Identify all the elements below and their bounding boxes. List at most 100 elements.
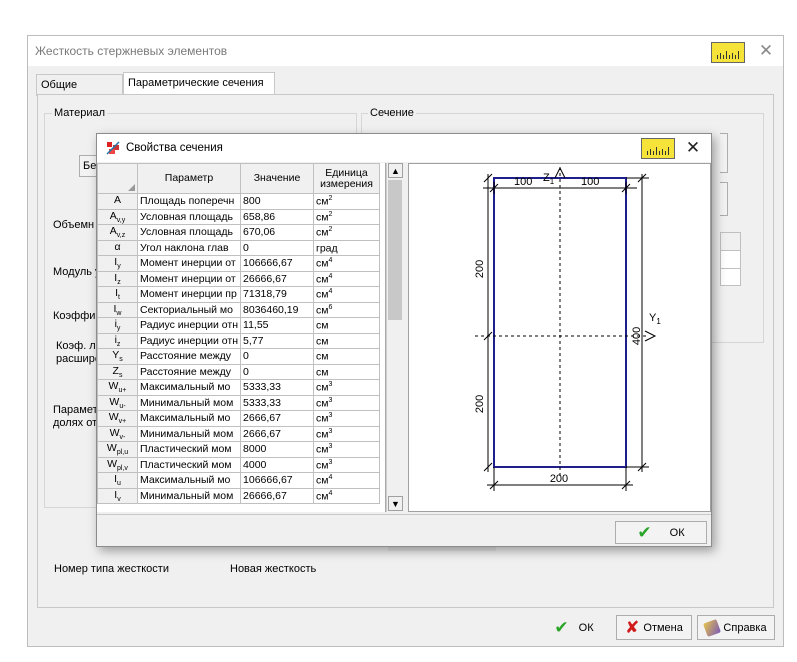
param-unit: см4 [313, 255, 381, 272]
grid-row[interactable]: It Момент инерции пр 71318,79 см4 [97, 286, 381, 303]
param-symbol: A [97, 193, 138, 210]
param-unit: см [313, 332, 381, 349]
param-value[interactable]: 2666,67 [240, 410, 315, 427]
stiffness-type-value: Новая жесткость [230, 563, 317, 575]
dim-left-lower-label: 200 [474, 395, 486, 413]
section-properties-dialog: Свойства сечения ✕ Параметр Значение Еди… [96, 133, 712, 547]
section-button-edge-2[interactable] [720, 182, 728, 216]
param-name: Максимальный мо [136, 472, 242, 489]
grid-row[interactable]: Wpl,v Пластический мом 4000 см3 [97, 456, 381, 473]
grid-row[interactable]: A Площадь поперечн 800 см2 [97, 193, 381, 210]
grid-row[interactable]: Iy Момент инерции от 106666,67 см4 [97, 255, 381, 272]
param-symbol: iy [97, 317, 138, 334]
ruler-icon[interactable] [711, 42, 745, 63]
tab-parametric-sections[interactable]: Параметрические сечения [123, 72, 275, 96]
grid-row[interactable]: Wpl,u Пластический мом 8000 см3 [97, 441, 381, 458]
grid-row[interactable]: Av,y Условная площадь 658,86 см2 [97, 208, 381, 225]
section-button-edge[interactable] [720, 133, 728, 173]
label-parameter-2: долях от [53, 417, 98, 429]
scroll-thumb[interactable] [388, 180, 402, 320]
param-value[interactable]: 8036460,19 [240, 301, 315, 318]
dialog-ruler-icon[interactable] [641, 138, 675, 159]
dialog-ok-button[interactable]: ✔ ОК [615, 521, 707, 544]
param-unit: см2 [313, 224, 381, 241]
param-name: Расстояние между [136, 363, 242, 380]
param-unit: см3 [313, 441, 381, 458]
param-unit: см4 [313, 286, 381, 303]
grid-row[interactable]: Wv- Минимальный мом 2666,67 см3 [97, 425, 381, 442]
header-value: Значение [240, 163, 315, 194]
grid-row[interactable]: Zs Расстояние между 0 см [97, 363, 381, 380]
grid-row[interactable]: α Угол наклона глав 0 град [97, 239, 381, 256]
grid-row[interactable]: Wu- Минимальный мом 5333,33 см3 [97, 394, 381, 411]
param-value[interactable]: 0 [240, 239, 315, 256]
axis-y-label: Y1 [649, 312, 661, 326]
grid-row[interactable]: Ys Расстояние между 0 см [97, 348, 381, 365]
grid-row[interactable]: Av,z Условная площадь 670,06 см2 [97, 224, 381, 241]
param-value[interactable]: 0 [240, 348, 315, 365]
param-symbol: Wpl,v [97, 456, 138, 473]
param-value[interactable]: 26666,67 [240, 487, 315, 504]
dim-top-left-label: 100 [514, 176, 532, 188]
grid-row[interactable]: Iu Максимальный мо 106666,67 см4 [97, 472, 381, 489]
param-unit: см2 [313, 193, 381, 210]
param-symbol: Av,y [97, 208, 138, 225]
param-value[interactable]: 71318,79 [240, 286, 315, 303]
param-unit: см4 [313, 472, 381, 489]
grid-row[interactable]: Iv Минимальный мом 26666,67 см4 [97, 487, 381, 504]
axis-z-label: Z1 [543, 172, 555, 186]
param-value[interactable]: 5333,33 [240, 394, 315, 411]
param-name: Радиус инерции отн [136, 332, 242, 349]
param-value[interactable]: 0 [240, 363, 315, 380]
label-expansion-1: Коэф. л [56, 340, 96, 352]
grid-row[interactable]: iy Радиус инерции отн 11,55 см [97, 317, 381, 334]
cancel-button[interactable]: ✘ Отмена [616, 615, 692, 640]
grid-row[interactable]: Wu+ Максимальный мо 5333,33 см3 [97, 379, 381, 396]
param-symbol: Iv [97, 487, 138, 504]
grid-row[interactable]: Wv+ Максимальный мо 2666,67 см3 [97, 410, 381, 427]
section-group-title: Сечение [368, 107, 416, 119]
ok-button[interactable]: ✔ ОК [537, 615, 611, 640]
grid-corner[interactable] [97, 163, 138, 194]
param-value[interactable]: 8000 [240, 441, 315, 458]
dialog-close-icon[interactable]: ✕ [680, 138, 706, 160]
tab-general[interactable]: Общие данные [36, 74, 123, 103]
param-value[interactable]: 106666,67 [240, 472, 315, 489]
grid-scrollbar[interactable]: ▲ ▼ [386, 163, 403, 512]
param-unit: см [313, 363, 381, 380]
label-modulus: Модуль у [53, 266, 101, 278]
param-value[interactable]: 5,77 [240, 332, 315, 349]
properties-grid: Параметр Значение Единица измерения A Пло… [97, 163, 386, 512]
param-value[interactable]: 800 [240, 193, 315, 210]
param-name: Пластический мом [136, 441, 242, 458]
grid-row[interactable]: Iw Секториальный мо 8036460,19 см6 [97, 301, 381, 318]
param-value[interactable]: 670,06 [240, 224, 315, 241]
dim-right-label: 400 [631, 327, 643, 345]
param-name: Площадь поперечн [136, 193, 242, 210]
param-unit: см6 [313, 301, 381, 318]
section-drawing: 100 100 Z1 Y1 200 200 400 200 [474, 166, 661, 491]
param-value[interactable]: 4000 [240, 456, 315, 473]
param-unit: см4 [313, 487, 381, 504]
param-name: Радиус инерции отн [136, 317, 242, 334]
help-button[interactable]: Справка [697, 615, 775, 640]
grid-row[interactable]: iz Радиус инерции отн 5,77 см [97, 332, 381, 349]
param-unit: см3 [313, 394, 381, 411]
param-value[interactable]: 658,86 [240, 208, 315, 225]
param-name: Минимальный мом [136, 487, 242, 504]
param-value[interactable]: 26666,67 [240, 270, 315, 287]
scroll-down-arrow[interactable]: ▼ [388, 496, 403, 511]
param-name: Условная площадь [136, 208, 242, 225]
param-value[interactable]: 2666,67 [240, 425, 315, 442]
param-value[interactable]: 106666,67 [240, 255, 315, 272]
param-symbol: Iu [97, 472, 138, 489]
param-name: Максимальный мо [136, 410, 242, 427]
param-symbol: α [97, 239, 138, 256]
param-value[interactable]: 11,55 [240, 317, 315, 334]
grid-row[interactable]: Iz Момент инерции от 26666,67 см4 [97, 270, 381, 287]
param-name: Расстояние между [136, 348, 242, 365]
param-value[interactable]: 5333,33 [240, 379, 315, 396]
scroll-up-arrow[interactable]: ▲ [388, 163, 403, 178]
param-name: Максимальный мо [136, 379, 242, 396]
close-icon[interactable]: ✕ [755, 41, 777, 61]
